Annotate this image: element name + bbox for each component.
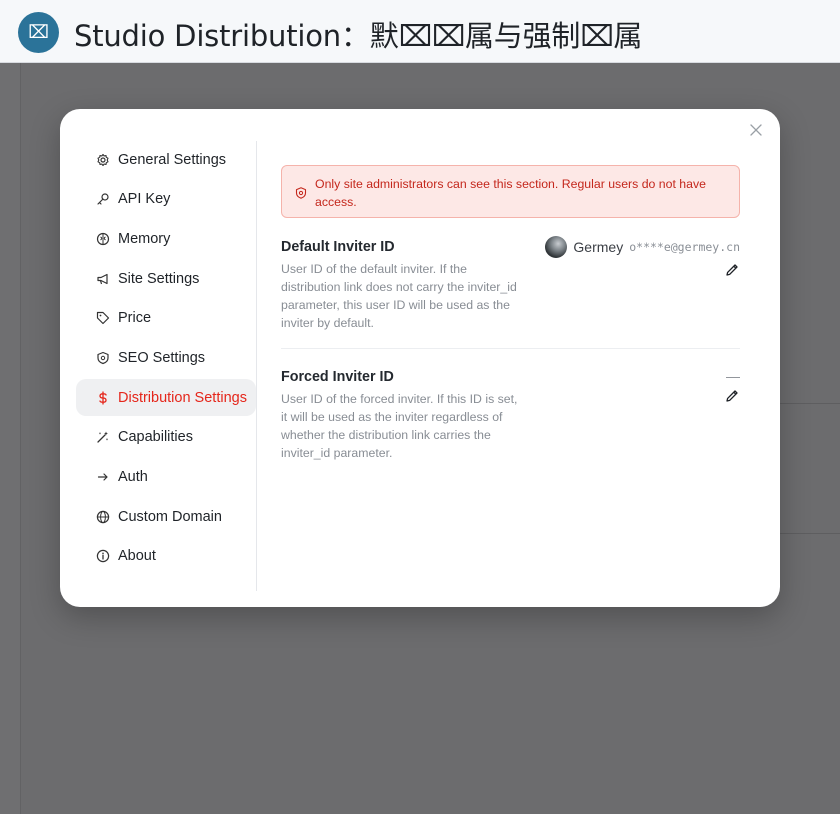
nav-item-seo-settings[interactable]: SEO Settings (76, 339, 256, 376)
setting-description: User ID of the default inviter. If the d… (281, 262, 517, 330)
app-logo: ⌧ (18, 12, 59, 53)
setting-title: Forced Inviter ID (281, 369, 394, 385)
nav-label: Site Settings (118, 270, 200, 287)
top-bar: ⌧ Studio Distribution：默⌧⌧属与强制⌧属 (0, 0, 840, 63)
nav-label: About (118, 548, 156, 565)
magic-wand-icon (96, 430, 110, 444)
nav-item-memory[interactable]: Memory (76, 220, 256, 257)
nav-label: Custom Domain (118, 508, 222, 525)
nav-label: Memory (118, 230, 171, 247)
nav-item-capabilities[interactable]: Capabilities (76, 419, 256, 456)
shield-alert-icon (295, 186, 307, 199)
nav-label: General Settings (118, 151, 227, 168)
settings-nav: General Settings API Key Memory Site Set… (76, 141, 256, 578)
forced-inviter-setting: Forced Inviter ID User ID of the forced … (281, 368, 740, 469)
dollar-icon (96, 390, 110, 405)
nav-item-custom-domain[interactable]: Custom Domain (76, 498, 256, 535)
pencil-icon (726, 390, 738, 402)
avatar (545, 236, 568, 258)
user-name: Germey (573, 239, 624, 255)
default-inviter-user: Germey o****e@germey.cn (545, 236, 740, 258)
nav-divider (256, 141, 257, 591)
nav-label: Auth (118, 469, 148, 485)
user-email: o****e@germey.cn (629, 240, 740, 254)
nav-item-about[interactable]: About (76, 538, 256, 575)
setting-description: User ID of the forced inviter. If this I… (281, 392, 518, 460)
gear-icon (96, 153, 110, 167)
setting-title: Default Inviter ID (281, 239, 395, 255)
tag-icon (96, 311, 110, 325)
nav-label: SEO Settings (118, 349, 206, 366)
nav-item-api-key[interactable]: API Key (76, 181, 256, 218)
shield-icon (96, 351, 110, 365)
nav-item-general-settings[interactable]: General Settings (76, 141, 256, 178)
close-button[interactable] (748, 122, 764, 138)
pencil-icon (726, 264, 738, 276)
default-inviter-setting: Default Inviter ID User ID of the defaul… (281, 236, 740, 349)
settings-modal: General Settings API Key Memory Site Set… (60, 109, 780, 607)
nav-label: Distribution Settings (118, 389, 247, 406)
forced-inviter-value: — (726, 368, 740, 384)
nav-item-price[interactable]: Price (76, 300, 256, 337)
nav-item-auth[interactable]: Auth (76, 459, 256, 496)
distribution-settings-panel: Only site administrators can see this se… (281, 165, 740, 460)
admin-only-alert: Only site administrators can see this se… (281, 165, 740, 218)
close-icon (750, 124, 762, 136)
globe-icon (96, 510, 110, 524)
app-logo-glyph: ⌧ (28, 22, 49, 43)
edit-forced-inviter-button[interactable] (724, 388, 740, 404)
page-title: Studio Distribution：默⌧⌧属与强制⌧属 (74, 19, 643, 53)
nav-label: Capabilities (118, 429, 193, 446)
edit-default-inviter-button[interactable] (724, 262, 740, 278)
nav-label: Price (118, 310, 152, 327)
key-icon (96, 192, 110, 206)
nav-item-site-settings[interactable]: Site Settings (76, 260, 256, 297)
nav-item-distribution-settings[interactable]: Distribution Settings (76, 379, 256, 417)
brain-icon (96, 232, 110, 246)
alert-text: Only site administrators can see this se… (315, 177, 706, 209)
arrow-right-icon (96, 470, 110, 484)
nav-label: API Key (118, 191, 171, 208)
megaphone-icon (96, 272, 110, 286)
info-icon (96, 549, 110, 563)
